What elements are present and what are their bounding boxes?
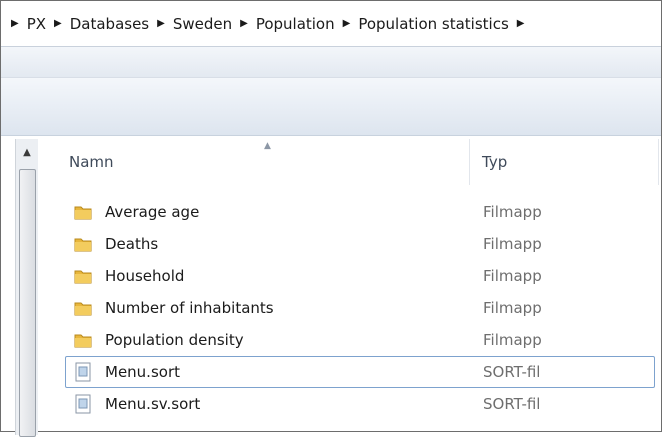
toolbar: [1, 47, 661, 78]
item-name: Household: [105, 267, 185, 285]
folder-icon: [72, 265, 94, 287]
item-type: Filmapp: [483, 267, 542, 285]
list-item[interactable]: Menu.sv.sort SORT-fil: [65, 388, 655, 420]
list-item[interactable]: Menu.sort SORT-fil: [65, 356, 655, 388]
column-divider[interactable]: [469, 139, 470, 185]
chevron-right-icon[interactable]: ▶: [517, 18, 525, 29]
breadcrumb-item-sweden[interactable]: Sweden: [173, 15, 232, 33]
chevron-right-icon[interactable]: ▶: [157, 18, 165, 29]
details-toolbar: [1, 78, 661, 136]
item-type: SORT-fil: [483, 395, 541, 413]
item-name: Number of inhabitants: [105, 299, 274, 317]
breadcrumb: ▶ PX ▶ Databases ▶ Sweden ▶ Population ▶…: [1, 1, 661, 47]
list-item[interactable]: Household Filmapp: [65, 260, 655, 292]
item-type: Filmapp: [483, 203, 542, 221]
column-header-name[interactable]: Namn: [69, 153, 114, 171]
item-type: Filmapp: [483, 299, 542, 317]
file-list: Average age Filmapp Deaths Filmapp House…: [65, 196, 655, 420]
item-name: Population density: [105, 331, 244, 349]
breadcrumb-item-px[interactable]: PX: [27, 15, 46, 33]
explorer-window: ▶ PX ▶ Databases ▶ Sweden ▶ Population ▶…: [0, 0, 662, 437]
scroll-up-arrow-icon[interactable]: ▲: [16, 139, 38, 165]
column-divider[interactable]: [658, 139, 659, 185]
folder-icon: [72, 233, 94, 255]
chevron-right-icon[interactable]: ▶: [11, 18, 19, 29]
column-header: Namn ▲ Typ: [38, 139, 661, 185]
item-type: Filmapp: [483, 235, 542, 253]
chevron-right-icon[interactable]: ▶: [343, 18, 351, 29]
folder-icon: [72, 329, 94, 351]
breadcrumb-item-databases[interactable]: Databases: [70, 15, 149, 33]
item-type: SORT-fil: [483, 363, 541, 381]
item-name: Menu.sv.sort: [105, 395, 201, 413]
breadcrumb-item-population-statistics[interactable]: Population statistics: [358, 15, 508, 33]
list-item[interactable]: Average age Filmapp: [65, 196, 655, 228]
folder-icon: [72, 297, 94, 319]
chevron-right-icon[interactable]: ▶: [240, 18, 248, 29]
file-icon: [72, 393, 94, 415]
file-icon: [72, 361, 94, 383]
item-name: Menu.sort: [105, 363, 180, 381]
folder-icon: [72, 201, 94, 223]
sort-ascending-icon: ▲: [264, 141, 271, 151]
chevron-right-icon[interactable]: ▶: [54, 18, 62, 29]
scrollbar-thumb[interactable]: [19, 169, 36, 437]
breadcrumb-item-population[interactable]: Population: [256, 15, 335, 33]
item-type: Filmapp: [483, 331, 542, 349]
list-item[interactable]: Population density Filmapp: [65, 324, 655, 356]
list-item[interactable]: Deaths Filmapp: [65, 228, 655, 260]
item-name: Deaths: [105, 235, 159, 253]
item-name: Average age: [105, 203, 200, 221]
list-item[interactable]: Number of inhabitants Filmapp: [65, 292, 655, 324]
vertical-scrollbar[interactable]: ▲: [15, 139, 38, 437]
column-header-type[interactable]: Typ: [482, 153, 507, 171]
